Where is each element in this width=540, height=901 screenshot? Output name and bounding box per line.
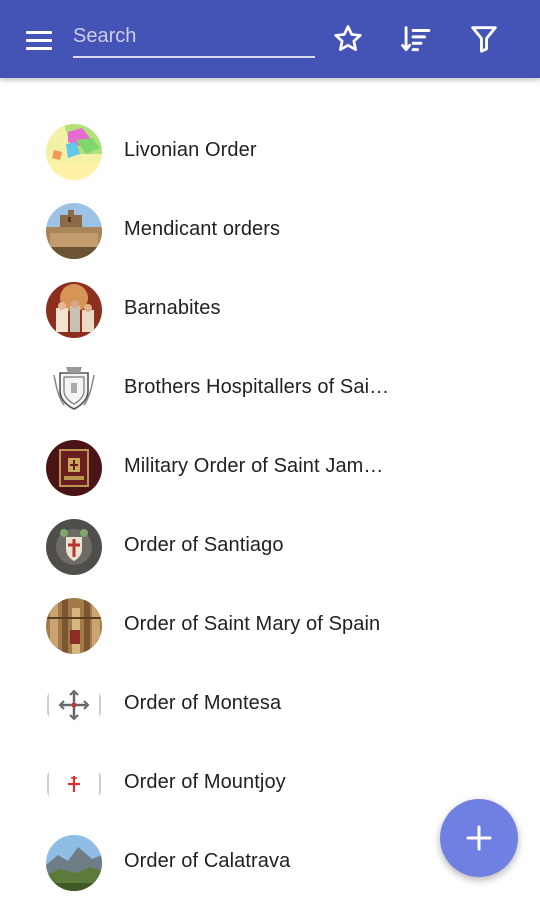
list-item-label: Order of Mountjoy	[124, 771, 286, 793]
search-input[interactable]	[73, 18, 315, 54]
mountain-photo-thumbnail	[46, 835, 102, 891]
list-item[interactable]: Barnabites	[0, 269, 540, 348]
church-interior-thumbnail	[46, 598, 102, 654]
favorites-button[interactable]	[331, 22, 365, 56]
red-cross-emblem-thumbnail	[46, 756, 102, 812]
list-item-label: Order of Montesa	[124, 692, 282, 714]
cross-emblem-thumbnail	[46, 677, 102, 733]
list-item-label: Barnabites	[124, 297, 221, 319]
add-button[interactable]	[440, 799, 518, 877]
list-item-label: Livonian Order	[124, 139, 257, 161]
list-item-label: Order of Santiago	[124, 534, 284, 556]
filter-icon	[471, 26, 497, 53]
menu-button[interactable]	[22, 24, 58, 56]
list-item-label: Brothers Hospitallers of Sai…	[124, 376, 390, 398]
coat-of-arms-thumbnail	[46, 361, 102, 417]
list-item[interactable]: Order of Santiago	[0, 506, 540, 585]
star-outline-icon	[334, 25, 362, 51]
list-item[interactable]: Order of Saint Mary of Spain	[0, 585, 540, 664]
article-list: Livonian Order Mendicant orders Barnabit…	[0, 111, 540, 901]
emblem-photo-thumbnail	[46, 519, 102, 575]
search-field[interactable]	[73, 18, 315, 58]
banner-photo-thumbnail	[46, 440, 102, 496]
plus-icon	[466, 825, 492, 851]
painting-photo-thumbnail	[46, 282, 102, 338]
list-item-label: Military Order of Saint Jam…	[124, 455, 384, 477]
building-photo-thumbnail	[46, 203, 102, 259]
search-underline	[73, 56, 315, 58]
sort-button[interactable]	[399, 22, 433, 56]
list-item[interactable]: Mendicant orders	[0, 190, 540, 269]
list-item[interactable]: Order of Montesa	[0, 664, 540, 743]
map-thumbnail	[46, 124, 102, 180]
list-item[interactable]: Military Order of Saint Jam…	[0, 427, 540, 506]
list-item-label: Order of Calatrava	[124, 850, 291, 872]
filter-button[interactable]	[467, 22, 501, 56]
app-bar	[0, 0, 540, 78]
list-item-label: Mendicant orders	[124, 218, 281, 240]
list-item[interactable]: Brothers Hospitallers of Sai…	[0, 348, 540, 427]
list-item[interactable]: Livonian Order	[0, 111, 540, 190]
sort-icon	[401, 26, 431, 52]
list-item-label: Order of Saint Mary of Spain	[124, 613, 381, 635]
